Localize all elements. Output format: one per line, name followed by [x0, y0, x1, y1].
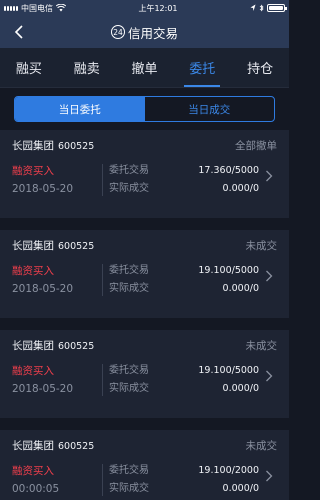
chevron-right-icon: [265, 470, 273, 482]
actual-label: 实际成交: [109, 283, 149, 294]
battery-icon: [267, 4, 287, 12]
order-status: 未成交: [245, 239, 278, 252]
title-text: 信用交易: [127, 25, 178, 41]
bluetooth-icon: [259, 4, 264, 12]
order-card[interactable]: 长园集团 600525 全部撤单 融资买入 2018-05-20 委托交易 17.…: [0, 130, 289, 218]
actual-value: 0.000/0: [222, 183, 259, 194]
tab-cancel-order[interactable]: 撤单: [116, 48, 174, 87]
entrust-value: 17.360/5000: [198, 165, 259, 176]
entrust-label: 委托交易: [109, 165, 149, 176]
chevron-right-icon: [265, 170, 273, 182]
segment-control: 当日委托 当日成交: [14, 96, 275, 122]
entrust-label: 委托交易: [109, 465, 149, 476]
chevron-left-icon: [14, 25, 23, 39]
wifi-icon: [56, 4, 66, 12]
divider: [102, 264, 103, 296]
actual-value: 0.000/0: [222, 483, 259, 494]
back-button[interactable]: [10, 23, 28, 41]
status-bar: 中国电信 上午12:01: [0, 0, 289, 16]
stock-code: 600525: [58, 440, 95, 452]
order-date: 2018-05-20: [12, 383, 74, 395]
title-badge: 24: [110, 25, 125, 39]
signal-icon: [4, 5, 18, 11]
entrust-label: 委托交易: [109, 365, 149, 376]
stock-code: 600525: [58, 140, 95, 152]
order-status: 未成交: [245, 439, 278, 452]
chevron-right-icon: [265, 370, 273, 382]
order-side: 融资买入: [12, 265, 54, 277]
stock-name: 长园集团: [12, 139, 54, 152]
segment-today-trades[interactable]: 当日成交: [145, 97, 275, 121]
order-date: 2018-05-20: [12, 283, 74, 295]
clock: 上午12:01: [138, 3, 178, 13]
segment-today-orders[interactable]: 当日委托: [15, 97, 145, 121]
order-card[interactable]: 长园集团 600525 未成交 融资买入 2018-05-20 委托交易 19.1…: [0, 330, 289, 418]
actual-label: 实际成交: [109, 483, 149, 494]
page-title: 24 信用交易: [110, 23, 178, 42]
order-status: 全部撤单: [235, 139, 277, 152]
order-side: 融资买入: [12, 465, 54, 477]
tab-positions[interactable]: 持仓: [231, 48, 289, 87]
nav-bar: 24 信用交易: [0, 16, 289, 48]
stock-code: 600525: [58, 340, 95, 352]
order-status: 未成交: [245, 339, 278, 352]
location-icon: [250, 4, 256, 11]
tab-orders[interactable]: 委托: [173, 48, 231, 87]
order-side: 融资买入: [12, 165, 54, 177]
order-list: 长园集团 600525 全部撤单 融资买入 2018-05-20 委托交易 17.…: [0, 130, 289, 500]
tab-short-sell[interactable]: 融卖: [58, 48, 116, 87]
order-card[interactable]: 长园集团 600525 未成交 融资买入 2018-05-20 委托交易 19.1…: [0, 230, 289, 318]
order-date: 2018-05-20: [12, 183, 74, 195]
entrust-value: 19.100/2000: [198, 465, 259, 476]
actual-label: 实际成交: [109, 383, 149, 394]
actual-value: 0.000/0: [222, 383, 259, 394]
stock-code: 600525: [58, 240, 95, 252]
order-side: 融资买入: [12, 365, 54, 377]
divider: [102, 164, 103, 196]
order-card[interactable]: 长园集团 600525 未成交 融资买入 00:00:05 委托交易 19.100…: [0, 430, 289, 500]
stock-name: 长园集团: [12, 339, 54, 352]
actual-value: 0.000/0: [222, 283, 259, 294]
divider: [102, 364, 103, 396]
tab-margin-buy[interactable]: 融买: [0, 48, 58, 87]
tab-bar: 融买 融卖 撤单 委托 持仓: [0, 48, 289, 88]
carrier-label: 中国电信: [21, 3, 53, 13]
chevron-right-icon: [265, 270, 273, 282]
order-time: 00:00:05: [12, 483, 60, 495]
stock-name: 长园集团: [12, 239, 54, 252]
actual-label: 实际成交: [109, 183, 149, 194]
stock-name: 长园集团: [12, 439, 54, 452]
divider: [102, 464, 103, 496]
entrust-label: 委托交易: [109, 265, 149, 276]
entrust-value: 19.100/5000: [198, 365, 259, 376]
entrust-value: 19.100/5000: [198, 265, 259, 276]
